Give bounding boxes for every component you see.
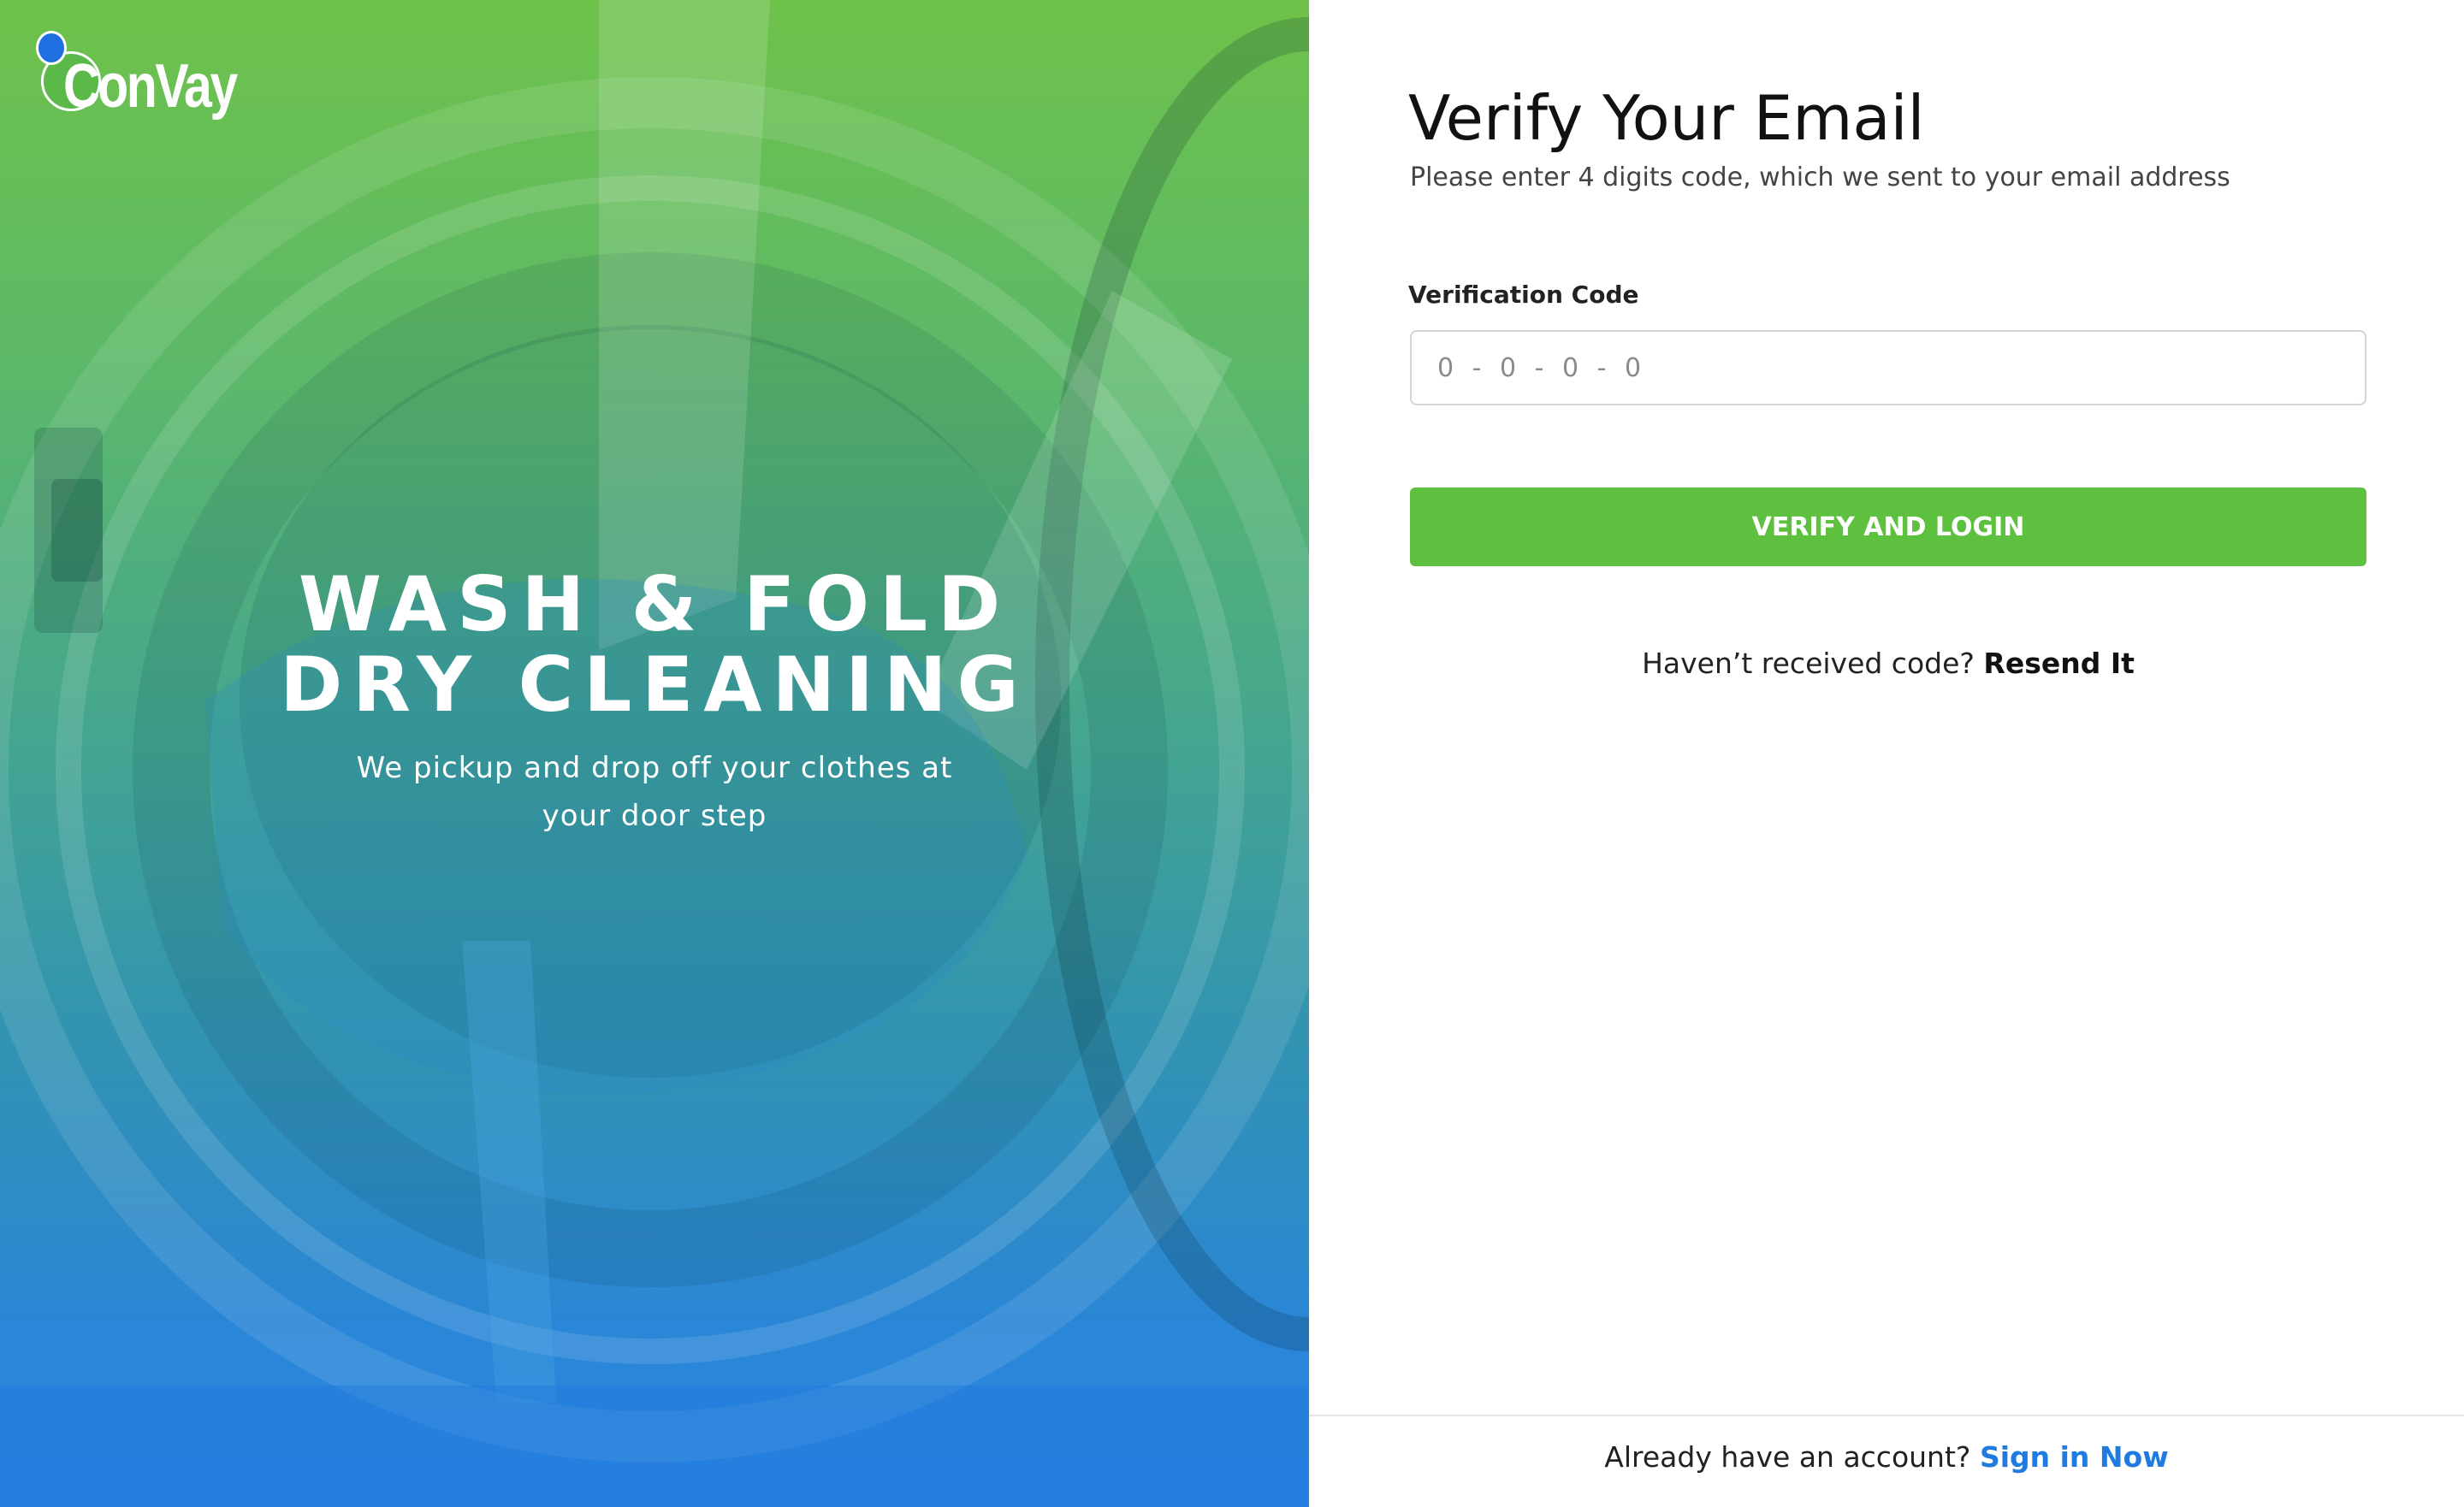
page: ConVay WASH & FOLD DRY CLEANING We picku… bbox=[0, 0, 2464, 1507]
hero-headline-line2: DRY CLEANING bbox=[280, 641, 1029, 729]
logo-blue-bubble bbox=[36, 31, 67, 65]
logo-wordmark: ConVay bbox=[63, 52, 238, 121]
hero-copy: WASH & FOLD DRY CLEANING We pickup and d… bbox=[0, 564, 1309, 840]
resend-prompt: Haven’t received code? bbox=[1642, 647, 1975, 680]
page-subtitle: Please enter 4 digits code, which we sen… bbox=[1410, 163, 2230, 192]
signin-footer: Already have an account? Sign in Now bbox=[1309, 1415, 2464, 1507]
signin-prompt: Already have an account? bbox=[1604, 1440, 1971, 1474]
hero-subtitle: We pickup and drop off your clothes at y… bbox=[356, 751, 953, 833]
sign-in-link[interactable]: Sign in Now bbox=[1980, 1440, 2169, 1474]
hero-headline-line1: WASH & FOLD bbox=[298, 560, 1011, 648]
hero-panel: ConVay WASH & FOLD DRY CLEANING We picku… bbox=[0, 0, 1309, 1507]
verify-and-login-button[interactable]: VERIFY AND LOGIN bbox=[1410, 488, 2366, 566]
resend-code-row: Haven’t received code? Resend It bbox=[1410, 647, 2366, 680]
verify-form-panel: Verify Your Email Please enter 4 digits … bbox=[1309, 0, 2464, 1507]
verification-code-label: Verification Code bbox=[1408, 281, 1639, 309]
page-title: Verify Your Email bbox=[1408, 82, 1925, 154]
verification-code-input[interactable] bbox=[1410, 330, 2366, 405]
resend-code-link[interactable]: Resend It bbox=[1983, 647, 2134, 680]
convay-logo: ConVay bbox=[33, 26, 255, 121]
